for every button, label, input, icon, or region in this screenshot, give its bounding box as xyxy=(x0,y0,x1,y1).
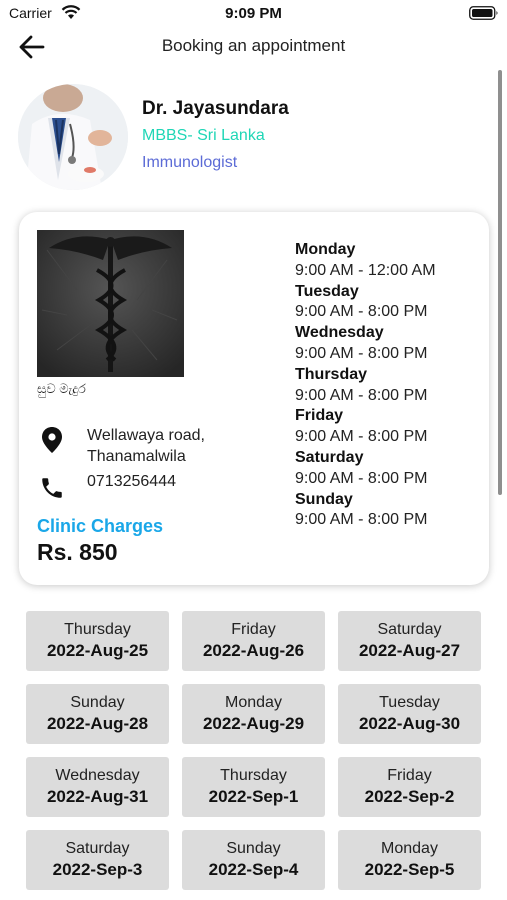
date-button[interactable]: Sunday 2022-Sep-4 xyxy=(182,830,325,890)
clinic-phone[interactable]: 0713256444 xyxy=(87,473,176,491)
doctor-name: Dr. Jayasundara xyxy=(142,98,289,119)
address-line-1: Wellawaya road, xyxy=(87,427,205,444)
doctor-photo-illustration xyxy=(18,84,128,190)
scrollbar[interactable] xyxy=(498,70,502,495)
date-value-label: 2022-Aug-29 xyxy=(202,714,305,733)
schedule-time: 9:00 AM - 12:00 AM xyxy=(295,261,436,279)
date-value-label: 2022-Aug-31 xyxy=(46,787,149,806)
schedule-day: Friday xyxy=(295,407,344,425)
date-value-label: 2022-Aug-28 xyxy=(46,714,149,733)
date-day-label: Monday xyxy=(381,840,438,857)
date-value-label: 2022-Sep-3 xyxy=(52,860,143,879)
date-value-label: 2022-Aug-30 xyxy=(358,714,461,733)
date-button[interactable]: Saturday 2022-Sep-3 xyxy=(26,830,169,890)
schedule-time: 9:00 AM - 8:00 PM xyxy=(295,303,428,321)
doctor-qualification: MBBS- Sri Lanka xyxy=(142,127,265,144)
date-day-label: Wednesday xyxy=(55,767,140,784)
date-button[interactable]: Sunday 2022-Aug-28 xyxy=(26,684,169,744)
clinic-schedule: Monday 9:00 AM - 12:00 AM Tuesday 9:00 A… xyxy=(295,240,485,531)
schedule-item: Tuesday 9:00 AM - 8:00 PM xyxy=(295,282,485,324)
status-bar: Carrier 9:09 PM xyxy=(0,0,507,26)
schedule-day: Monday xyxy=(295,241,356,258)
clinic-image xyxy=(37,230,184,377)
clinic-address: Wellawaya road, Thanamalwila xyxy=(87,425,257,467)
date-day-label: Monday xyxy=(225,694,282,711)
date-button[interactable]: Monday 2022-Sep-5 xyxy=(338,830,481,890)
location-pin-icon xyxy=(42,427,62,453)
date-day-label: Saturday xyxy=(65,840,130,857)
schedule-time: 9:00 AM - 8:00 PM xyxy=(295,386,428,404)
doctor-header: Dr. Jayasundara MBBS- Sri Lanka Immunolo… xyxy=(18,84,478,190)
navigation-bar: Booking an appointment xyxy=(0,26,507,68)
clinic-name: සුව මැදුර xyxy=(37,381,86,396)
page-title: Booking an appointment xyxy=(161,36,346,55)
schedule-day: Tuesday xyxy=(295,282,359,300)
date-button[interactable]: Wednesday 2022-Aug-31 xyxy=(26,757,169,817)
date-button[interactable]: Saturday 2022-Aug-27 xyxy=(338,611,481,671)
date-day-label: Sunday xyxy=(70,694,125,711)
date-button[interactable]: Tuesday 2022-Aug-30 xyxy=(338,684,481,744)
schedule-item: Thursday 9:00 AM - 8:00 PM xyxy=(295,365,485,407)
date-button[interactable]: Friday 2022-Aug-26 xyxy=(182,611,325,671)
schedule-day: Thursday xyxy=(295,365,368,383)
clinic-charges-label: Clinic Charges xyxy=(37,516,164,536)
date-day-label: Saturday xyxy=(377,621,442,638)
date-button[interactable]: Friday 2022-Sep-2 xyxy=(338,757,481,817)
schedule-time: 9:00 AM - 8:00 PM xyxy=(295,469,428,487)
clinic-card: සුව මැදුර Wellawaya road, Thanamalwila 0… xyxy=(19,212,489,585)
clinic-charges-value: Rs. 850 xyxy=(37,539,118,565)
doctor-avatar xyxy=(18,84,128,190)
date-button[interactable]: Thursday 2022-Aug-25 xyxy=(26,611,169,671)
doctor-specialty: Immunologist xyxy=(142,154,238,171)
schedule-time: 9:00 AM - 8:00 PM xyxy=(295,344,428,362)
battery-icon xyxy=(469,6,498,20)
date-day-label: Thursday xyxy=(64,621,131,638)
schedule-item: Friday 9:00 AM - 8:00 PM xyxy=(295,406,485,448)
date-value-label: 2022-Sep-5 xyxy=(364,860,455,879)
status-time: 9:09 PM xyxy=(225,5,282,22)
date-button[interactable]: Thursday 2022-Sep-1 xyxy=(182,757,325,817)
date-value-label: 2022-Sep-2 xyxy=(364,787,455,806)
date-button[interactable]: Monday 2022-Aug-29 xyxy=(182,684,325,744)
schedule-item: Monday 9:00 AM - 12:00 AM xyxy=(295,240,485,282)
schedule-day: Sunday xyxy=(295,490,353,508)
date-day-label: Tuesday xyxy=(379,694,440,711)
date-value-label: 2022-Aug-27 xyxy=(358,641,461,660)
schedule-item: Saturday 9:00 AM - 8:00 PM xyxy=(295,448,485,490)
schedule-item: Wednesday 9:00 AM - 8:00 PM xyxy=(295,323,485,365)
date-day-label: Sunday xyxy=(226,840,281,857)
date-value-label: 2022-Sep-1 xyxy=(208,787,299,806)
date-value-label: 2022-Sep-4 xyxy=(208,860,299,879)
caduceus-image xyxy=(37,230,184,377)
address-line-2: Thanamalwila xyxy=(87,448,186,465)
schedule-time: 9:00 AM - 8:00 PM xyxy=(295,428,428,446)
schedule-day: Saturday xyxy=(295,448,364,466)
schedule-time: 9:00 AM - 8:00 PM xyxy=(295,511,428,529)
phone-icon xyxy=(42,478,62,498)
date-value-label: 2022-Aug-26 xyxy=(202,641,305,660)
date-value-label: 2022-Aug-25 xyxy=(46,641,149,660)
date-day-label: Friday xyxy=(231,621,276,638)
date-day-label: Thursday xyxy=(220,767,287,784)
schedule-day: Wednesday xyxy=(295,324,384,342)
date-day-label: Friday xyxy=(387,767,432,784)
schedule-item: Sunday 9:00 AM - 8:00 PM xyxy=(295,490,485,532)
